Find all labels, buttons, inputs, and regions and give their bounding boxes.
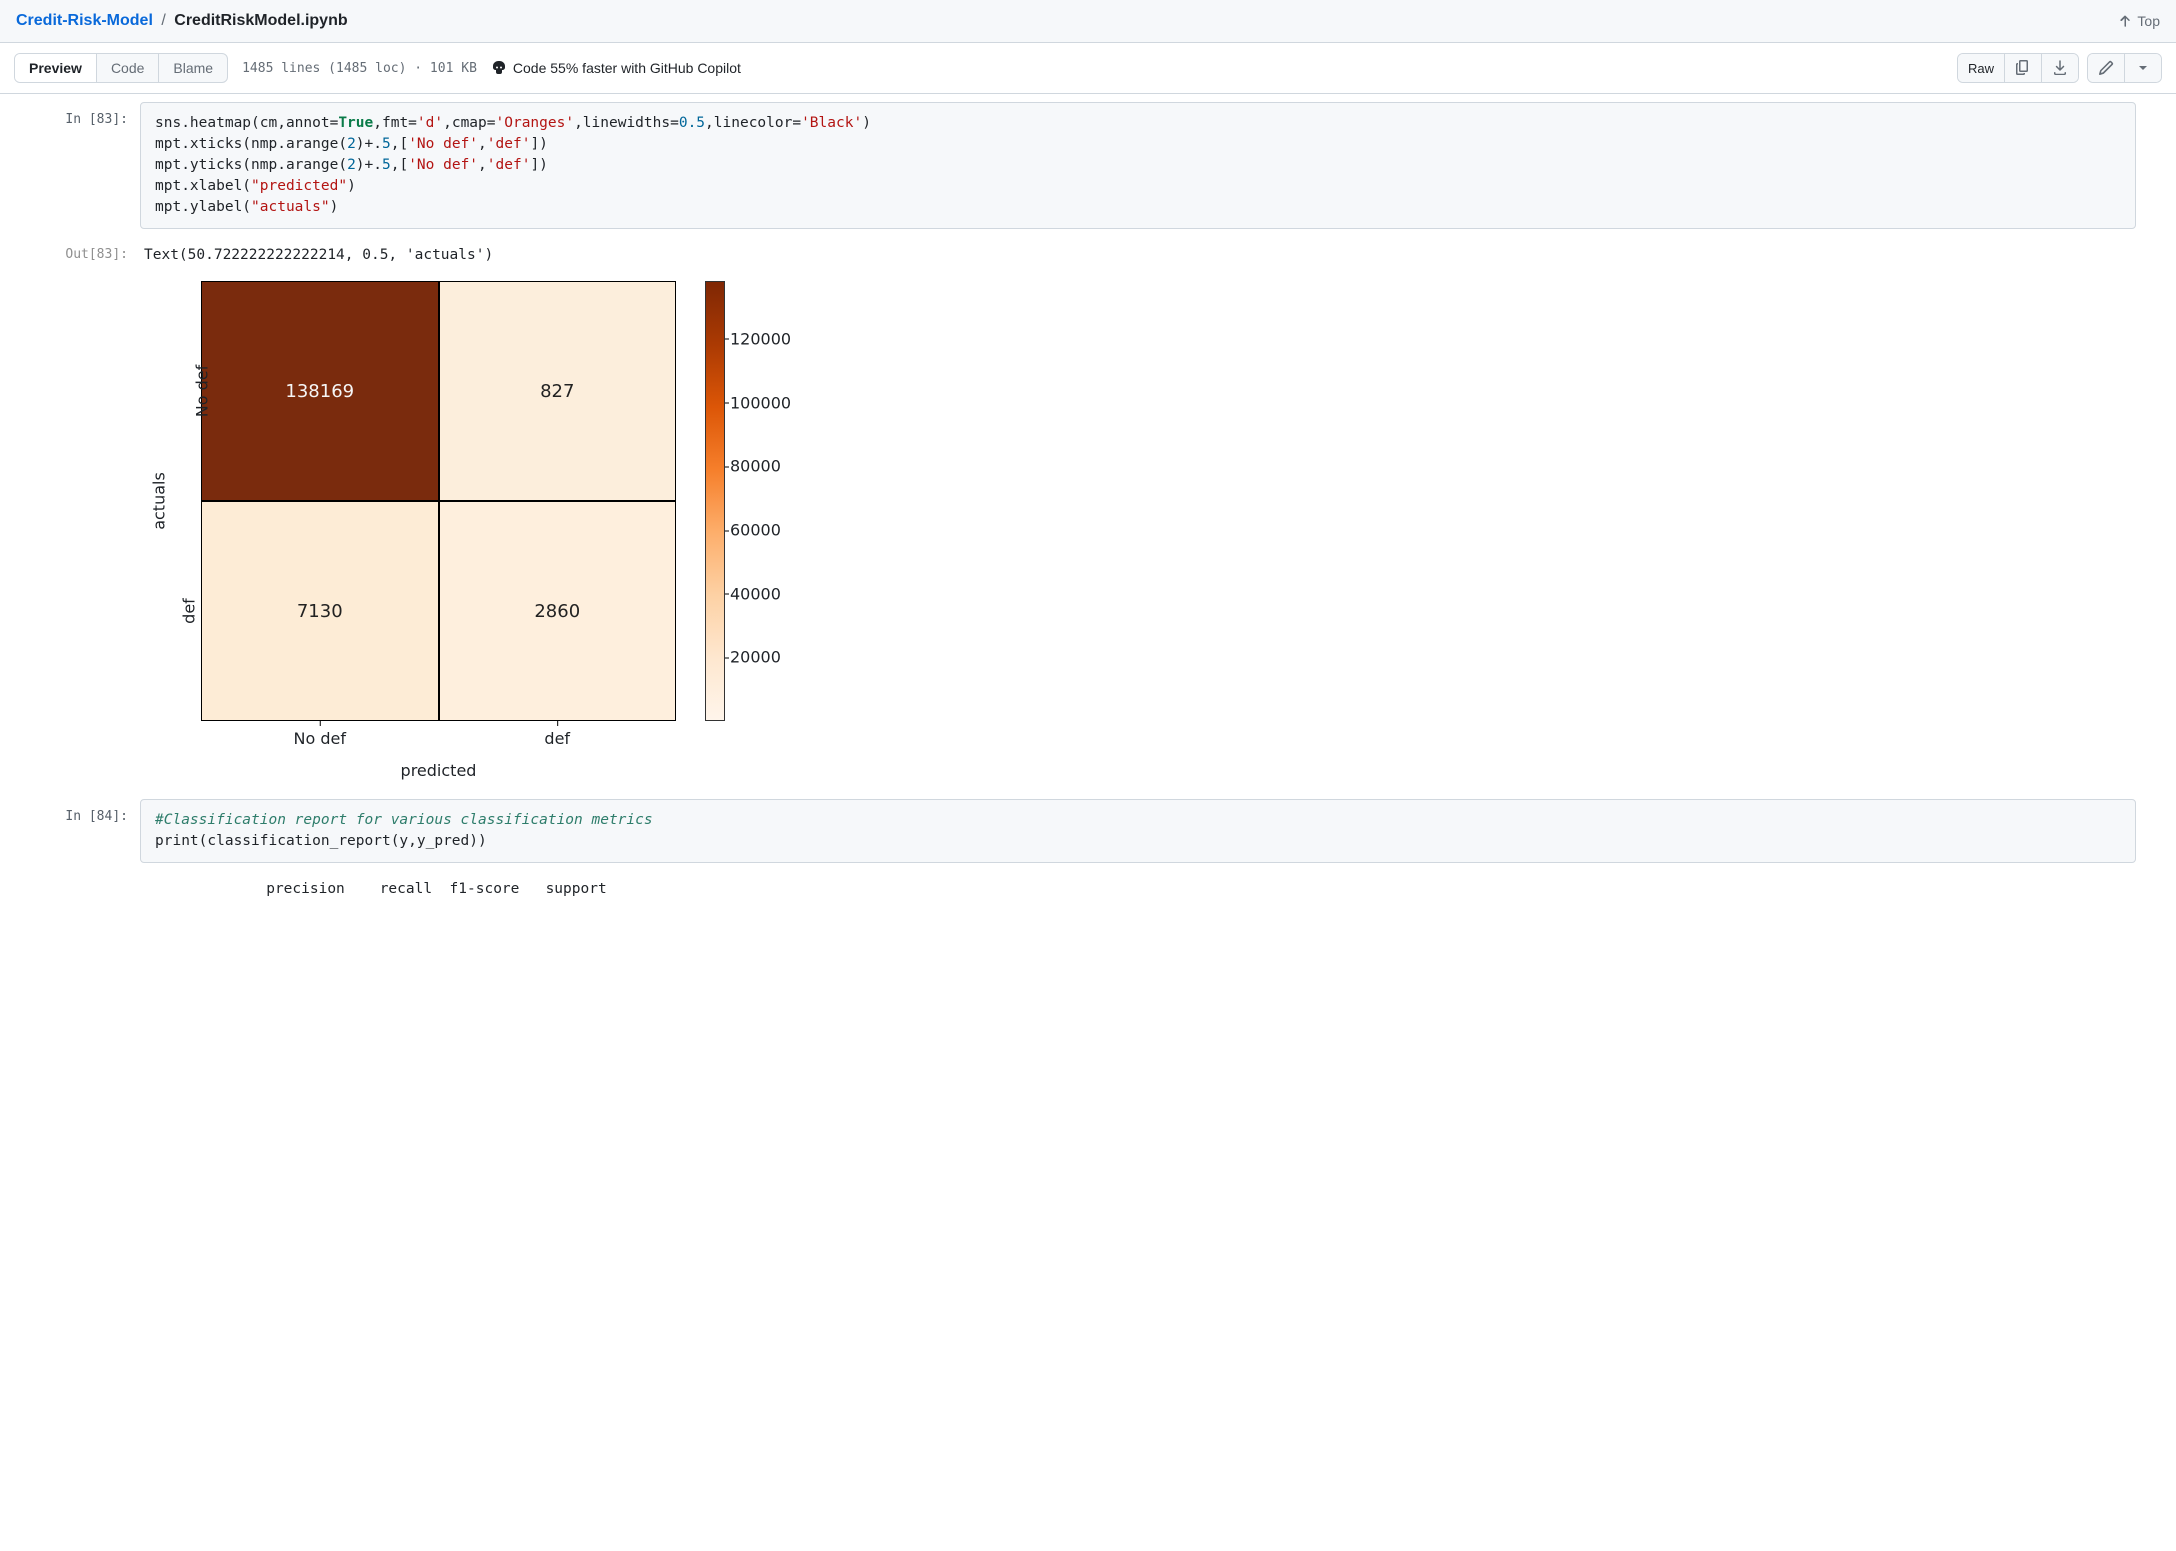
heatmap-cell: 827 — [439, 281, 677, 501]
download-icon — [2052, 60, 2068, 76]
copilot-icon — [491, 60, 507, 76]
confusion-matrix-heatmap: 13816982771302860 No def def No def def actua… — [140, 281, 840, 791]
edit-button[interactable] — [2088, 54, 2125, 82]
file-info-text: 1485 lines (1485 loc) · 101 KB — [242, 61, 477, 76]
view-mode-tabs: Preview Code Blame — [14, 53, 228, 83]
output-cell-83: Out[83]: Text(50.722222222222214, 0.5, '… — [40, 237, 2136, 791]
raw-button[interactable]: Raw — [1958, 54, 2005, 82]
tab-blame[interactable]: Blame — [159, 54, 227, 82]
input-prompt: In [84]: — [40, 799, 140, 863]
heatmap-colorbar-tick: 20000 — [730, 648, 781, 667]
download-button[interactable] — [2042, 54, 2078, 82]
heatmap-colorbar-tick: 40000 — [730, 584, 781, 603]
file-toolbar: Preview Code Blame 1485 lines (1485 loc)… — [0, 43, 2176, 94]
output-prompt-empty — [40, 871, 140, 903]
heatmap-x-tick: def — [544, 729, 570, 748]
output-cell-84: precision recall f1-score support — [40, 871, 2136, 903]
heatmap-colorbar-tick: 120000 — [730, 329, 791, 348]
heatmap-colorbar-tick: 60000 — [730, 521, 781, 540]
code-input-84[interactable]: #Classification report for various class… — [140, 799, 2136, 863]
jump-to-top-link[interactable]: Top — [2117, 13, 2160, 29]
tab-code[interactable]: Code — [97, 54, 159, 82]
top-label: Top — [2137, 13, 2160, 29]
heatmap-colorbar — [705, 281, 725, 721]
heatmap-cell: 7130 — [201, 501, 439, 721]
input-cell-83: In [83]: sns.heatmap(cm,annot=True,fmt='… — [40, 102, 2136, 229]
pencil-icon — [2098, 60, 2114, 76]
heatmap-y-tick: No def — [193, 365, 212, 417]
arrow-up-icon — [2117, 13, 2133, 29]
heatmap-cell: 138169 — [201, 281, 439, 501]
heatmap-x-label: predicted — [201, 761, 676, 780]
breadcrumb: Credit-Risk-Model / CreditRiskModel.ipyn… — [16, 12, 348, 30]
heatmap-y-tick: def — [179, 598, 198, 624]
heatmap-y-label: actuals — [149, 472, 168, 530]
copilot-hint-text: Code 55% faster with GitHub Copilot — [513, 60, 741, 76]
output-prompt: Out[83]: — [40, 237, 140, 791]
more-actions-button[interactable] — [2125, 54, 2161, 82]
output-text-83: Text(50.722222222222214, 0.5, 'actuals') — [140, 237, 2136, 269]
heatmap-colorbar-tick: 80000 — [730, 457, 781, 476]
classification-report-header: precision recall f1-score support — [140, 871, 2136, 903]
breadcrumb-bar: Credit-Risk-Model / CreditRiskModel.ipyn… — [0, 0, 2176, 43]
heatmap-colorbar-tick: 100000 — [730, 393, 791, 412]
edit-actions-group — [2087, 53, 2162, 83]
copy-icon — [2015, 60, 2031, 76]
input-prompt: In [83]: — [40, 102, 140, 229]
tab-preview[interactable]: Preview — [15, 54, 97, 82]
caret-down-icon — [2135, 60, 2151, 76]
heatmap-cell: 2860 — [439, 501, 677, 721]
copilot-hint[interactable]: Code 55% faster with GitHub Copilot — [491, 60, 741, 76]
notebook-content: In [83]: sns.heatmap(cm,annot=True,fmt='… — [0, 94, 2176, 951]
raw-actions-group: Raw — [1957, 53, 2079, 83]
copy-button[interactable] — [2005, 54, 2042, 82]
heatmap-x-tick: No def — [294, 729, 346, 748]
code-input-83[interactable]: sns.heatmap(cm,annot=True,fmt='d',cmap='… — [140, 102, 2136, 229]
repo-link[interactable]: Credit-Risk-Model — [16, 12, 153, 29]
breadcrumb-separator: / — [161, 12, 165, 29]
input-cell-84: In [84]: #Classification report for vari… — [40, 799, 2136, 863]
file-name: CreditRiskModel.ipynb — [174, 12, 347, 29]
